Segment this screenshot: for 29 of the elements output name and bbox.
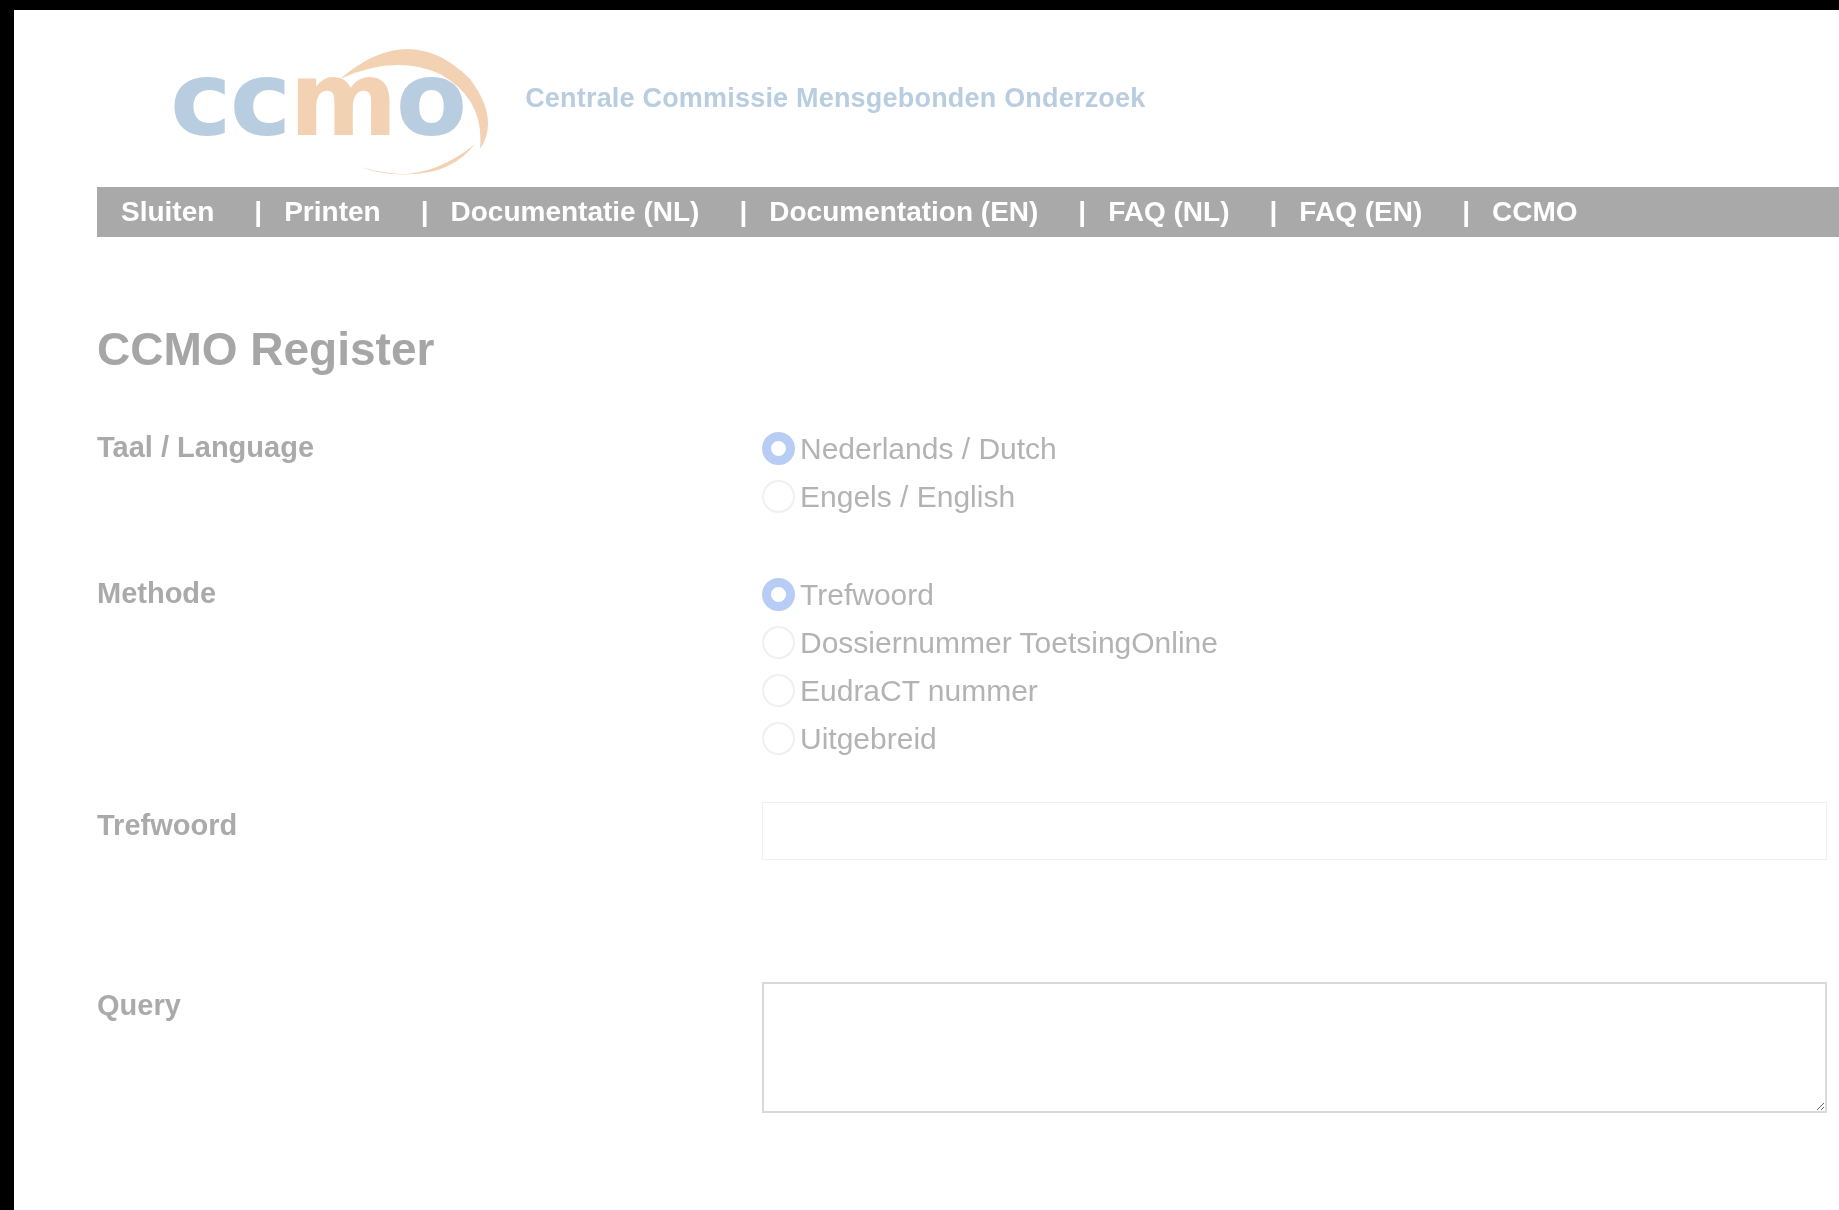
field-label: Trefwoord xyxy=(97,808,239,843)
radio-label[interactable]: Trefwoord xyxy=(800,571,934,617)
nav-separator: | xyxy=(420,195,429,229)
nav-link[interactable]: Printen xyxy=(284,191,381,233)
page-title: CCMO Register xyxy=(97,322,436,377)
field-label: Methode xyxy=(97,576,218,611)
nav-link[interactable]: CCMO xyxy=(1492,191,1578,233)
nav-link[interactable]: FAQ (EN) xyxy=(1299,191,1423,233)
nav-separator: | xyxy=(1462,195,1471,229)
field-label: Taal / Language xyxy=(97,430,315,465)
nav-link[interactable]: Sluiten xyxy=(121,191,215,233)
radio-label[interactable]: EudraCT nummer xyxy=(800,667,1038,713)
nav-separator: | xyxy=(1269,195,1278,229)
radio-label[interactable]: Uitgebreid xyxy=(800,715,937,761)
radio-label[interactable]: Engels / English xyxy=(800,473,1016,519)
logo: ccmo xyxy=(170,46,466,151)
query-field[interactable] xyxy=(762,982,1827,1113)
radio-button[interactable] xyxy=(762,577,795,611)
nav-separator: | xyxy=(739,195,748,229)
nav-link[interactable]: Documentation (EN) xyxy=(769,191,1039,233)
nav-link[interactable]: Documentatie (NL) xyxy=(450,191,700,233)
radio-label[interactable]: Nederlands / Dutch xyxy=(800,425,1057,471)
tagline: Centrale Commissie Mensgebonden Onderzoek xyxy=(525,82,1146,116)
nav-separator: | xyxy=(1078,195,1087,229)
nav-separator: | xyxy=(254,195,263,229)
nav-link[interactable]: FAQ (NL) xyxy=(1108,191,1230,233)
field-label: Query xyxy=(97,988,182,1023)
radio-button[interactable] xyxy=(762,431,795,465)
radio-label[interactable]: Dossiernummer ToetsingOnline xyxy=(800,619,1218,665)
